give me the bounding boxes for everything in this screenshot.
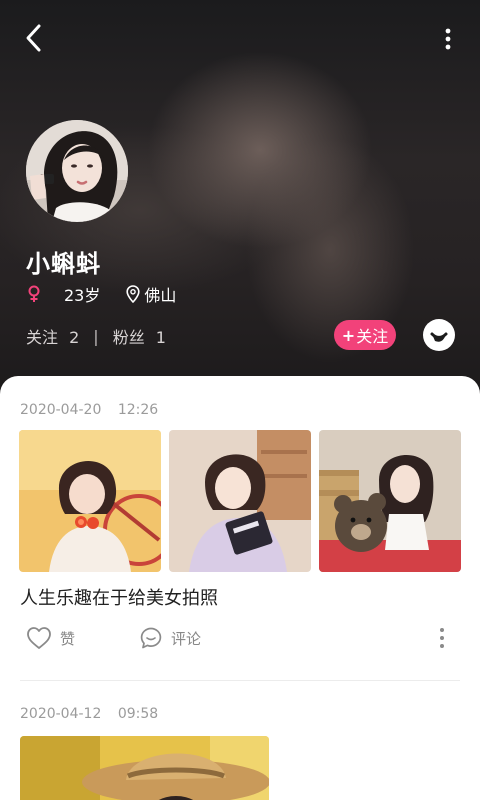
stats-separator: | xyxy=(93,326,99,346)
comment-label: 评论 xyxy=(171,629,202,648)
fans-count: 1 xyxy=(155,328,166,347)
post-time: 12:26 xyxy=(117,402,159,418)
post-timestamp: 2020-04-12 09:58 xyxy=(20,706,158,722)
following-stat[interactable]: 关注 2 xyxy=(26,324,79,348)
post-image[interactable] xyxy=(169,430,311,572)
profile-meta: 23岁 佛山 xyxy=(26,283,176,305)
comment-button[interactable]: 评论 xyxy=(139,626,201,650)
plus-icon: + xyxy=(341,325,356,345)
follow-stats: 关注 2 | 粉丝 1 xyxy=(26,324,166,348)
profile-age: 23岁 xyxy=(64,286,101,305)
more-vertical-icon xyxy=(445,28,451,50)
following-count: 2 xyxy=(69,328,80,347)
more-options-button[interactable] xyxy=(436,24,460,54)
post-text: 人生乐趣在于给美女拍照 xyxy=(20,588,218,609)
back-arrow-icon xyxy=(26,24,41,52)
female-icon xyxy=(28,285,40,302)
profile-location: 佛山 xyxy=(144,286,177,305)
avatar[interactable] xyxy=(26,120,128,222)
post-more-button[interactable] xyxy=(432,626,452,650)
location-pin-icon xyxy=(126,285,140,303)
post-date: 2020-04-12 xyxy=(20,706,102,722)
heart-icon xyxy=(27,627,51,649)
post-image[interactable] xyxy=(19,430,161,572)
posts-feed: 2020-04-20 12:26 人生乐趣在于给美女拍照 赞 评论 2020-0… xyxy=(0,376,480,800)
post-divider xyxy=(20,680,460,681)
post-image[interactable] xyxy=(319,430,461,572)
chat-button[interactable] xyxy=(423,319,455,351)
comment-icon xyxy=(140,627,162,649)
post-image[interactable] xyxy=(20,736,269,800)
fans-stat[interactable]: 粉丝 1 xyxy=(113,324,166,348)
back-button[interactable] xyxy=(18,22,50,54)
like-button[interactable]: 赞 xyxy=(26,626,75,650)
more-vertical-icon xyxy=(440,628,444,648)
follow-button-label: 关注 xyxy=(356,327,389,346)
follow-button[interactable]: + 关注 xyxy=(334,320,396,350)
profile-name: 小蝌蚪 xyxy=(26,250,101,278)
like-label: 赞 xyxy=(60,629,76,648)
chat-icon xyxy=(430,332,448,342)
post-date: 2020-04-20 xyxy=(20,402,102,418)
following-label: 关注 xyxy=(26,328,59,347)
post-timestamp: 2020-04-20 12:26 xyxy=(20,402,158,418)
post-time: 09:58 xyxy=(117,706,159,722)
fans-label: 粉丝 xyxy=(112,328,145,347)
